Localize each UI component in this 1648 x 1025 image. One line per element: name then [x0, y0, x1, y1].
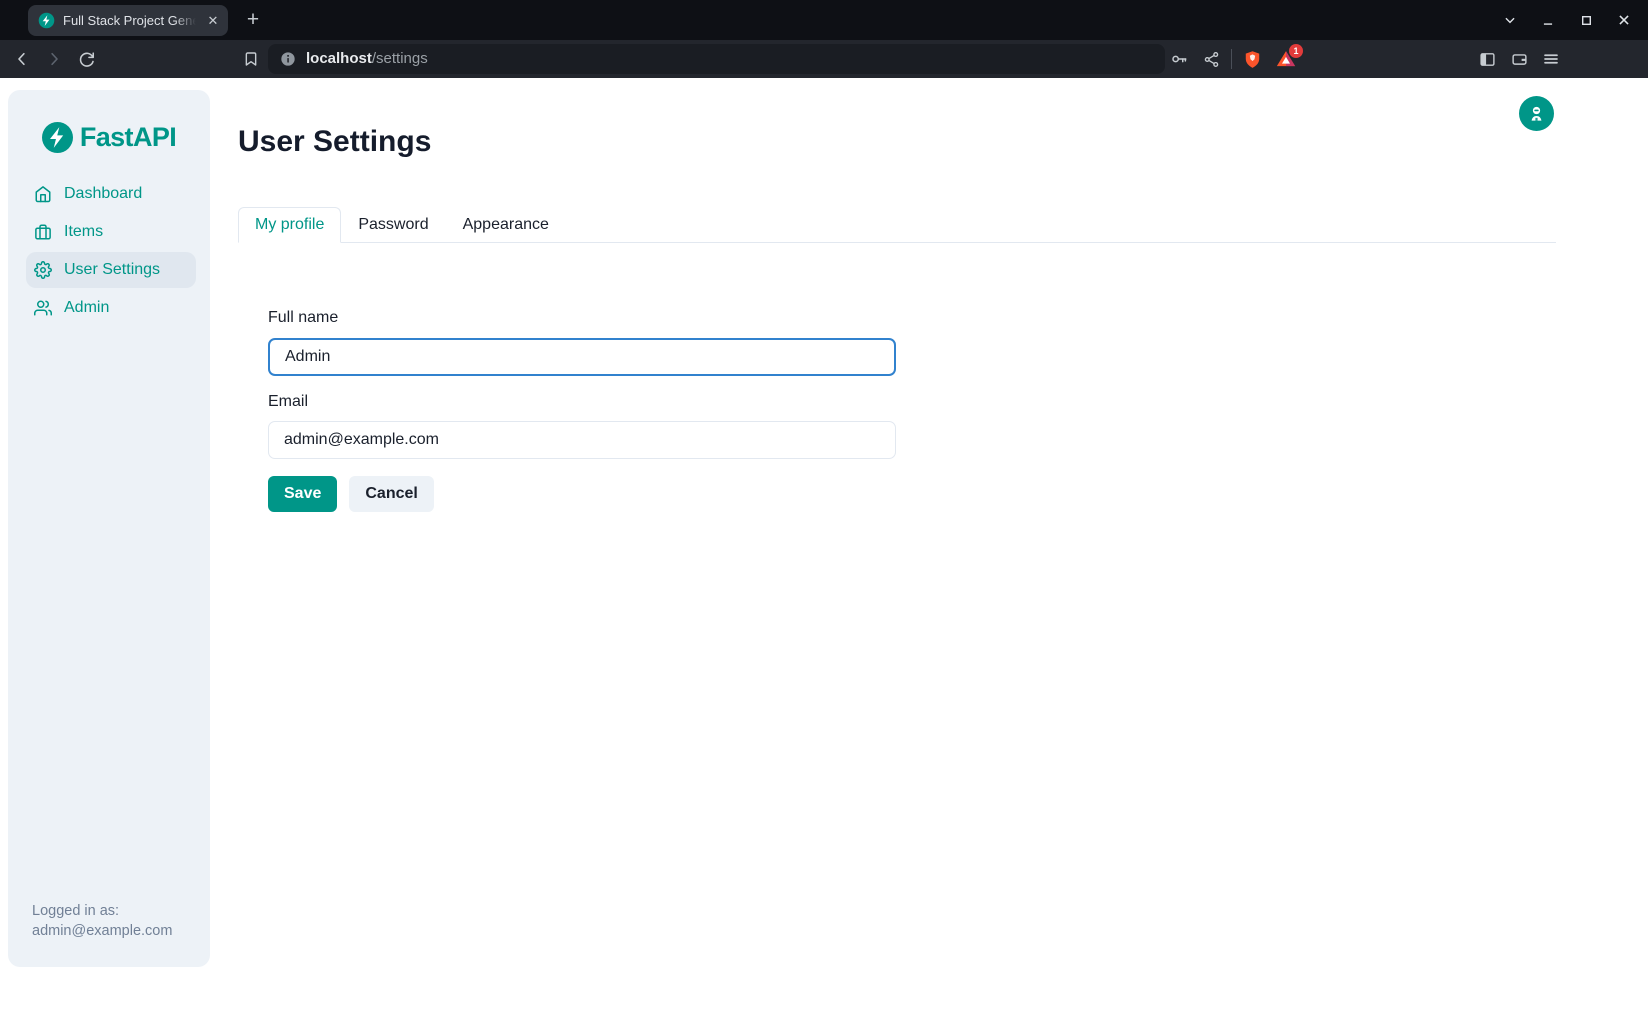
minimize-icon[interactable]: [1534, 6, 1562, 34]
email-label: Email: [268, 393, 308, 411]
fastapi-logo-icon: [42, 122, 73, 153]
users-icon: [34, 299, 52, 317]
sidebar-item-items[interactable]: Items: [26, 214, 196, 250]
share-icon[interactable]: [1197, 45, 1225, 73]
url-host: localhost: [306, 50, 372, 67]
sidebar-item-label: Admin: [64, 299, 109, 317]
logged-in-footer: Logged in as: admin@example.com: [32, 901, 172, 941]
home-icon: [34, 185, 52, 203]
browser-tab[interactable]: Full Stack Project Genera ✕: [28, 5, 228, 36]
logged-in-email: admin@example.com: [32, 921, 172, 941]
sidebar-item-label: User Settings: [64, 261, 160, 279]
sidebar-item-dashboard[interactable]: Dashboard: [26, 176, 196, 212]
sidebar-item-user-settings[interactable]: User Settings: [26, 252, 196, 288]
user-astronaut-icon: [1527, 104, 1546, 123]
forward-icon[interactable]: [40, 45, 68, 73]
toolbar-divider: [1231, 49, 1232, 69]
logged-in-label: Logged in as:: [32, 901, 172, 921]
url-path: /settings: [372, 50, 428, 67]
url-bar[interactable]: localhost/settings: [268, 44, 1165, 74]
browser-tab-strip: Full Stack Project Genera ✕ +: [0, 0, 1648, 40]
browser-window: Full Stack Project Genera ✕ +: [0, 0, 1648, 1025]
tab-search-chevron-icon[interactable]: [1496, 6, 1524, 34]
tab-password[interactable]: Password: [341, 207, 445, 243]
sidebar-item-admin[interactable]: Admin: [26, 290, 196, 326]
tab-my-profile[interactable]: My profile: [238, 207, 341, 243]
full-name-label: Full name: [268, 309, 338, 327]
back-icon[interactable]: [8, 45, 36, 73]
brave-rewards-icon[interactable]: 1: [1272, 45, 1300, 73]
briefcase-icon: [34, 223, 52, 241]
save-button[interactable]: Save: [268, 476, 337, 512]
fastapi-logo-text: FastAPI: [80, 122, 176, 153]
bookmark-icon[interactable]: [237, 45, 265, 73]
site-info-icon[interactable]: [280, 51, 296, 67]
sidebar-panel-icon[interactable]: [1473, 45, 1501, 73]
sidebar-item-label: Dashboard: [64, 185, 142, 203]
new-tab-button[interactable]: +: [240, 7, 266, 33]
form-actions: Save Cancel: [268, 476, 434, 512]
wallet-icon[interactable]: [1505, 45, 1533, 73]
close-window-icon[interactable]: [1610, 6, 1638, 34]
settings-tabs: My profile Password Appearance: [238, 207, 1556, 243]
brave-shield-icon[interactable]: [1238, 45, 1266, 73]
full-name-input[interactable]: [268, 338, 896, 376]
reload-icon[interactable]: [72, 45, 100, 73]
maximize-icon[interactable]: [1572, 6, 1600, 34]
app-content: FastAPI Dashboard Items: [0, 78, 1648, 1025]
fastapi-logo: FastAPI: [8, 122, 210, 153]
sidebar-nav: Dashboard Items User Settings: [26, 176, 196, 326]
cancel-button[interactable]: Cancel: [349, 476, 433, 512]
sidebar: FastAPI Dashboard Items: [8, 90, 210, 967]
url-text: localhost/settings: [306, 50, 428, 68]
tab-close-icon[interactable]: ✕: [204, 12, 222, 30]
fastapi-favicon-icon: [38, 12, 55, 29]
hamburger-menu-icon[interactable]: [1537, 45, 1565, 73]
rewards-badge: 1: [1289, 44, 1303, 58]
key-icon[interactable]: [1165, 45, 1193, 73]
tab-appearance[interactable]: Appearance: [446, 207, 566, 243]
tab-title: Full Stack Project Genera: [63, 13, 196, 28]
gear-icon: [34, 261, 52, 279]
email-input[interactable]: [268, 421, 896, 459]
page-title: User Settings: [238, 125, 431, 159]
sidebar-item-label: Items: [64, 223, 103, 241]
user-menu-button[interactable]: [1519, 96, 1554, 131]
